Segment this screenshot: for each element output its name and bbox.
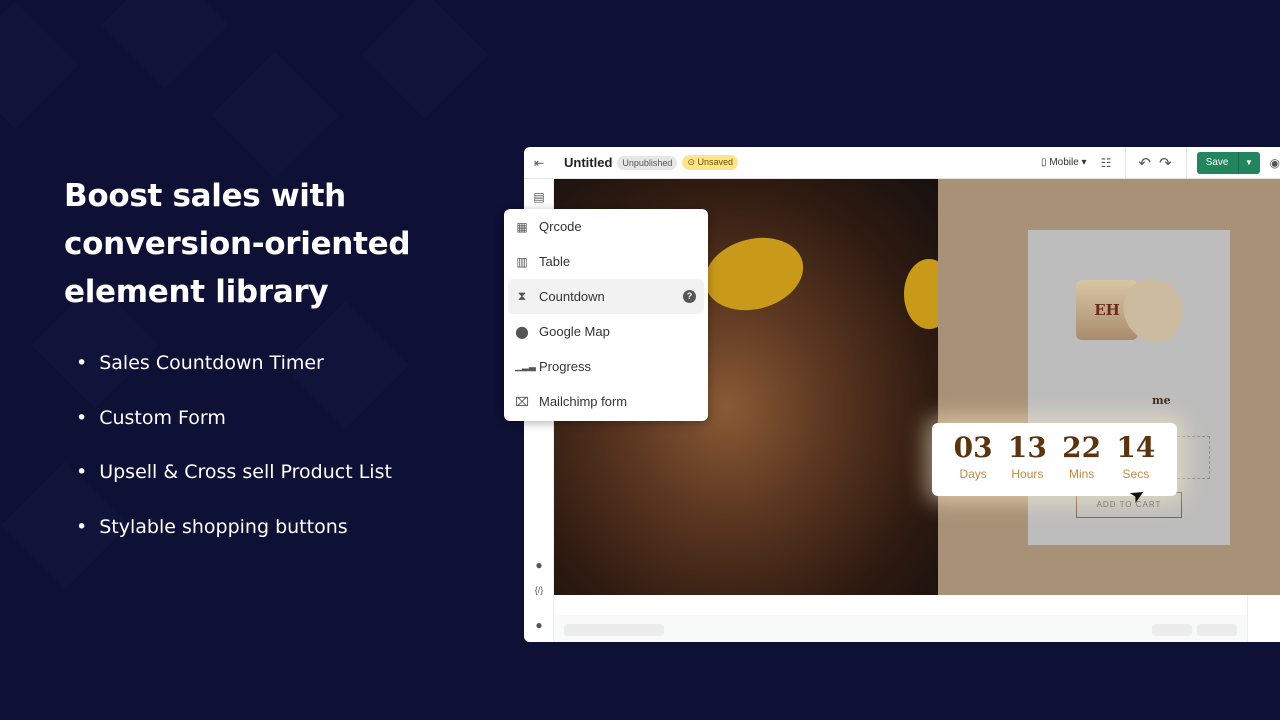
form-icon: ⌧	[515, 394, 529, 409]
countdown-days: 03 Days	[954, 423, 993, 496]
menu-item-countdown[interactable]: ⧗ Countdown?	[508, 279, 704, 314]
chat-icon[interactable]: ●	[531, 617, 547, 633]
countdown-label: Hours	[1011, 467, 1044, 481]
settings-sliders-icon[interactable]: ☷	[1101, 156, 1112, 170]
save-state-text: Unsaved	[697, 157, 734, 167]
feature-item: Upsell & Cross sell Product List	[76, 461, 392, 516]
device-select[interactable]: ▯ Mobile ▾	[1041, 157, 1087, 168]
publish-status-badge: Unpublished	[617, 155, 678, 170]
save-button[interactable]: Save	[1196, 151, 1238, 174]
product-card[interactable]: EH me ADD TO CART	[1028, 230, 1230, 545]
countdown-hours: 13 Hours	[1008, 423, 1047, 496]
redo-icon[interactable]: ↷	[1159, 154, 1172, 172]
feature-item: Sales Countdown Timer	[76, 352, 392, 407]
menu-item-google-map[interactable]: ⬤ Google Map	[508, 314, 704, 349]
progress-bars-icon: ▁▂▃	[515, 361, 536, 371]
menu-item-label: Google Map	[539, 324, 610, 339]
menu-item-label: Mailchimp form	[539, 394, 628, 409]
map-pin-icon: ⬤	[515, 324, 529, 339]
feature-item: Stylable shopping buttons	[76, 516, 392, 571]
menu-item-qrcode[interactable]: ▦ Qrcode	[508, 209, 704, 244]
product-name: me	[1152, 394, 1171, 407]
feature-item: Custom Form	[76, 407, 392, 462]
page-title[interactable]: Untitled	[564, 155, 612, 170]
history-icon[interactable]: ●	[531, 557, 547, 573]
countdown-value: 03	[953, 431, 993, 464]
countdown-value: 14	[1116, 431, 1156, 464]
table-icon: ▥	[516, 254, 528, 269]
menu-item-label: Countdown	[539, 289, 605, 304]
menu-item-label: Progress	[539, 359, 592, 374]
menu-item-label: Qrcode	[539, 219, 582, 234]
save-state-badge: ⊙ Unsaved	[682, 155, 739, 170]
editor-toolbar: ⇤ Untitled Unpublished ⊙ Unsaved ▯ Mobil…	[524, 147, 1280, 179]
hourglass-icon: ⧗	[517, 289, 527, 303]
countdown-mins: 22 Mins	[1062, 423, 1101, 496]
mobile-icon: ▯	[1041, 157, 1047, 168]
hero-title: Boost sales with conversion-oriented ele…	[64, 178, 411, 310]
menu-item-mailchimp-form[interactable]: ⌧ Mailchimp form	[508, 384, 704, 419]
qrcode-icon: ▦	[516, 219, 528, 234]
countdown-value: 13	[1007, 431, 1047, 464]
layers-icon[interactable]: ▤	[531, 189, 547, 205]
help-icon[interactable]: ?	[683, 290, 696, 303]
countdown-label: Mins	[1068, 467, 1095, 481]
save-options-button[interactable]: ▼	[1237, 151, 1260, 174]
menu-item-table[interactable]: ▥ Table	[508, 244, 704, 279]
undo-icon[interactable]: ↶	[1138, 154, 1151, 172]
menu-item-progress[interactable]: ▁▂▃ Progress	[508, 349, 704, 384]
countdown-label: Secs	[1122, 467, 1150, 481]
menu-item-label: Table	[539, 254, 571, 269]
device-label: Mobile	[1049, 157, 1079, 168]
exit-icon[interactable]: ⇤	[524, 156, 554, 170]
code-icon[interactable]: {/}	[531, 582, 547, 598]
feature-list: Sales Countdown Timer Custom Form Upsell…	[76, 352, 392, 570]
countdown-value: 22	[1062, 431, 1102, 464]
preview-icon[interactable]: ◉	[1270, 156, 1280, 170]
editor-footer	[554, 595, 1280, 642]
countdown-label: Days	[959, 467, 987, 481]
element-menu: ▦ Qrcode ▥ Table ⧗ Countdown? ⬤ Google Map ▁…	[504, 209, 708, 421]
